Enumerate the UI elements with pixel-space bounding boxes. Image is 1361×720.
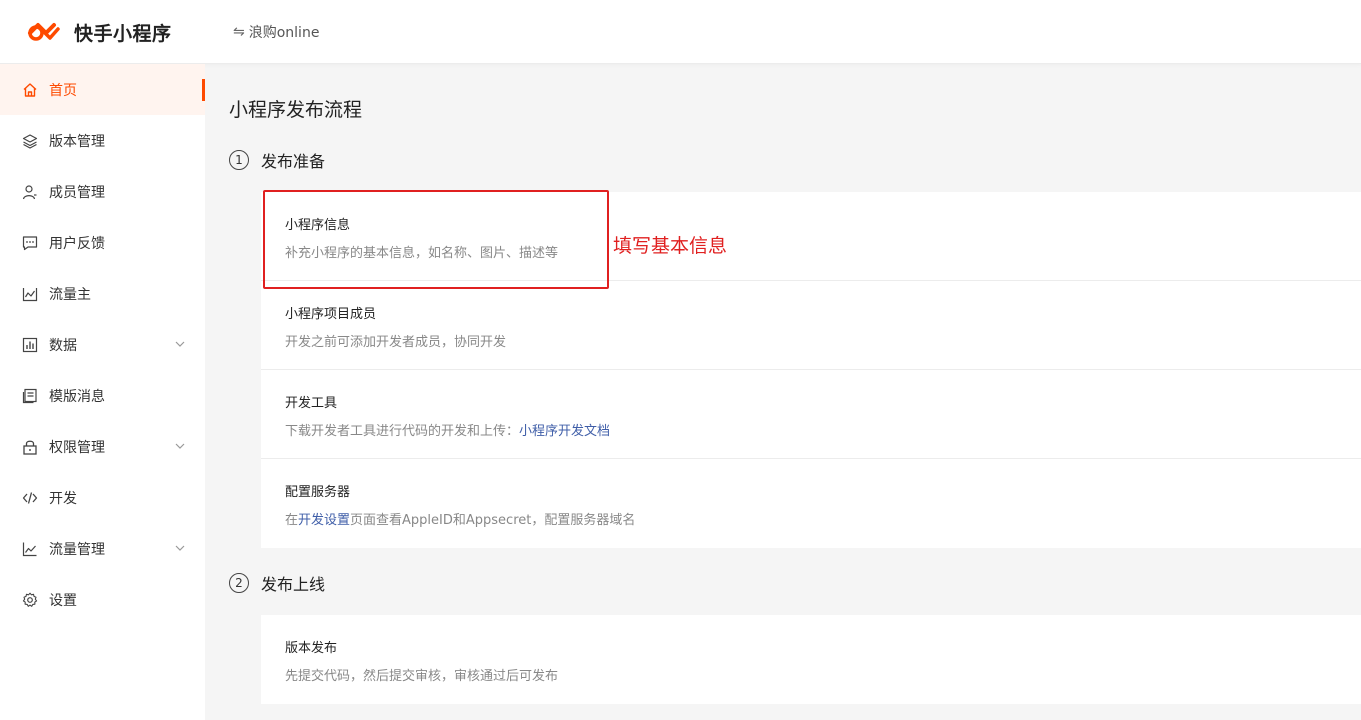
dev-docs-link[interactable]: 小程序开发文档 (519, 424, 610, 439)
item-title: 版本发布 (285, 641, 338, 656)
item-title: 配置服务器 (285, 485, 351, 500)
sidebar-item-template-message[interactable]: 模版消息 (0, 370, 205, 421)
brand-name: 快手小程序 (74, 23, 172, 45)
item-description: 下载开发者工具进行代码的开发和上传：小程序开发文档 (285, 420, 610, 439)
sidebar-item-label: 流量管理 (49, 541, 105, 558)
message-icon (22, 235, 38, 251)
gear-icon (22, 592, 38, 608)
sidebar-item-label: 数据 (49, 337, 77, 354)
app-switcher[interactable]: ⇋ 浪购online (233, 22, 319, 42)
lock-icon (22, 439, 38, 455)
sidebar-item-permissions[interactable]: 权限管理 (0, 421, 205, 472)
sidebar-item-label: 成员管理 (49, 184, 105, 201)
list-item-dev-tools[interactable]: 开发工具 下载开发者工具进行代码的开发和上传：小程序开发文档 (261, 370, 1361, 459)
bar-chart-icon (22, 337, 38, 353)
step-label: 发布准备 (261, 152, 326, 171)
annotation-label: 填写基本信息 (613, 235, 728, 257)
item-description: 开发之前可添加开发者成员，协同开发 (285, 335, 507, 350)
sidebar-item-label: 版本管理 (49, 133, 105, 150)
code-icon (22, 490, 38, 506)
sidebar-item-members[interactable]: 成员管理 (0, 166, 205, 217)
description-text: 页面查看AppleID和Appsecret，配置服务器域名 (350, 513, 636, 528)
line-chart-icon (22, 541, 38, 557)
document-icon (22, 388, 38, 404)
item-description: 在开发设置页面查看AppleID和Appsecret，配置服务器域名 (285, 509, 635, 528)
description-text: 在 (285, 513, 299, 528)
sidebar: 首页 版本管理 成员管理 用户反馈 流量主 数据 模版消息 权限管理 开发 流量… (0, 64, 205, 720)
brand-logo[interactable]: 快手小程序 (26, 19, 172, 46)
chevron-down-icon[interactable] (175, 441, 185, 451)
sidebar-item-develop[interactable]: 开发 (0, 472, 205, 523)
list-item-project-members[interactable]: 小程序项目成员 开发之前可添加开发者成员，协同开发 (261, 281, 1361, 370)
sidebar-item-label: 设置 (49, 592, 77, 609)
main-content: 小程序发布流程 1 发布准备 小程序信息 补充小程序的基本信息，如名称、图片、描… (205, 64, 1361, 720)
sidebar-item-settings[interactable]: 设置 (0, 574, 205, 625)
sidebar-item-data[interactable]: 数据 (0, 319, 205, 370)
swap-icon: ⇋ (233, 24, 245, 40)
sidebar-item-traffic-management[interactable]: 流量管理 (0, 523, 205, 574)
kuaishou-logo-icon (28, 22, 60, 41)
traffic-icon (22, 286, 38, 302)
page-title: 小程序发布流程 (229, 99, 363, 121)
release-card: 版本发布 先提交代码，然后提交审核，审核通过后可发布 (261, 615, 1361, 704)
sidebar-item-label: 流量主 (49, 286, 91, 303)
step-number: 1 (229, 150, 249, 170)
item-title: 开发工具 (285, 396, 338, 411)
prepare-card: 小程序信息 补充小程序的基本信息，如名称、图片、描述等 小程序项目成员 开发之前… (261, 192, 1361, 548)
step-number: 2 (229, 573, 249, 593)
chevron-down-icon[interactable] (175, 339, 185, 349)
sidebar-item-home[interactable]: 首页 (0, 64, 205, 115)
sidebar-item-traffic-owner[interactable]: 流量主 (0, 268, 205, 319)
item-description: 补充小程序的基本信息，如名称、图片、描述等 (285, 246, 559, 261)
dev-settings-link[interactable]: 开发设置 (298, 513, 350, 528)
sidebar-item-label: 用户反馈 (49, 235, 105, 252)
list-item-version-release[interactable]: 版本发布 先提交代码，然后提交审核，审核通过后可发布 (261, 615, 1361, 704)
app-name: 浪购online (248, 25, 320, 41)
sidebar-item-label: 权限管理 (49, 439, 105, 456)
list-item-server-config[interactable]: 配置服务器 在开发设置页面查看AppleID和Appsecret，配置服务器域名 (261, 459, 1361, 548)
step-header-release: 2 发布上线 (229, 571, 325, 595)
user-icon (22, 184, 38, 200)
list-item-app-info[interactable]: 小程序信息 补充小程序的基本信息，如名称、图片、描述等 (261, 192, 1361, 281)
sidebar-item-feedback[interactable]: 用户反馈 (0, 217, 205, 268)
step-label: 发布上线 (261, 575, 326, 594)
description-text: 下载开发者工具进行代码的开发和上传： (285, 424, 520, 439)
item-description: 先提交代码，然后提交审核，审核通过后可发布 (285, 669, 559, 684)
sidebar-item-label: 首页 (49, 82, 77, 99)
step-header-prepare: 1 发布准备 (229, 148, 325, 172)
sidebar-item-version[interactable]: 版本管理 (0, 115, 205, 166)
item-title: 小程序项目成员 (285, 307, 377, 322)
item-title: 小程序信息 (285, 218, 351, 233)
sidebar-item-label: 模版消息 (49, 388, 105, 405)
chevron-down-icon[interactable] (175, 543, 185, 553)
layers-icon (22, 133, 38, 149)
top-bar: 快手小程序 ⇋ 浪购online (0, 0, 1361, 64)
home-icon (22, 82, 38, 98)
sidebar-item-label: 开发 (49, 490, 77, 507)
